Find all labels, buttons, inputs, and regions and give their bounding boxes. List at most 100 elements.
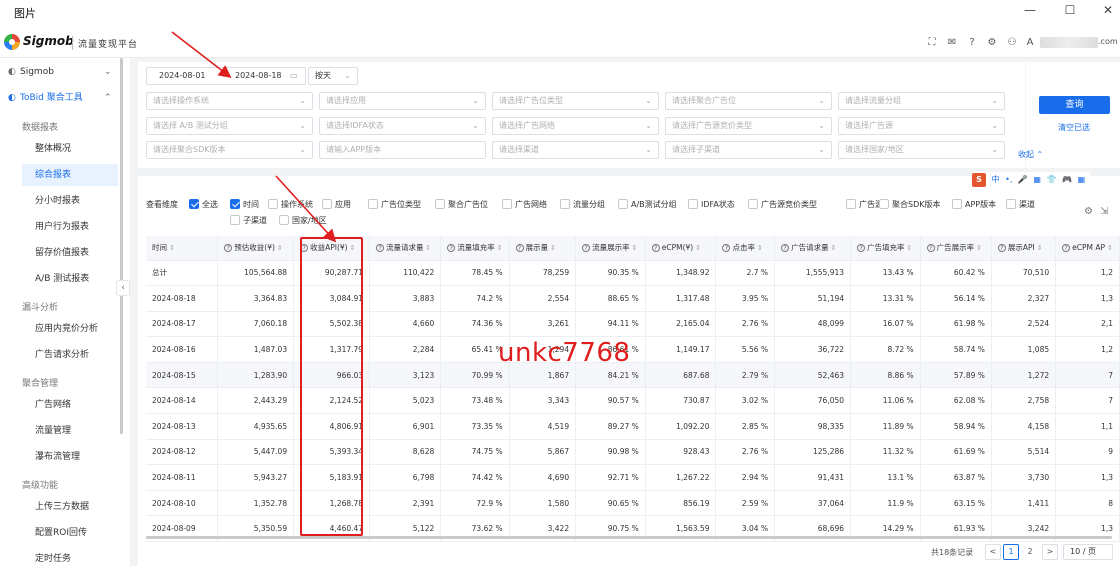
aggregated-ad-slot-select[interactable]: 请选择聚合广告位 ⌄ — [665, 92, 832, 110]
help-circle-icon[interactable]: ? — [1062, 244, 1071, 253]
table-header-cell[interactable]: ? 预估收益(¥) ⇕ — [217, 236, 295, 261]
granularity-select[interactable]: 按天 ⌄ — [308, 67, 358, 85]
settings-icon[interactable]: ⚙ — [1084, 206, 1093, 217]
clear-selection-link[interactable]: 清空已选 — [1058, 122, 1090, 133]
ime-menu-icon[interactable]: ▦ — [1078, 175, 1086, 184]
sort-icon[interactable]: ⇕ — [831, 244, 837, 252]
minimize-icon[interactable]: — — [1022, 2, 1038, 18]
ime-keyboard-icon[interactable]: ▦ — [1033, 175, 1041, 184]
sort-icon[interactable]: ⇕ — [550, 244, 556, 252]
dimension-checkbox[interactable]: 广告网络 — [502, 199, 547, 211]
table-header-cell[interactable]: ? 流量展示率 ⇕ — [575, 236, 646, 261]
sub-channel-select[interactable]: 请选择子渠道 ⌄ — [665, 141, 832, 159]
sidebar-item-roi-callback[interactable]: 配置ROI回传 — [0, 522, 118, 544]
mail-icon[interactable]: ✉ — [946, 37, 958, 49]
sidebar-item-ad-network[interactable]: 广告网络 — [0, 394, 118, 416]
dimension-checkbox[interactable]: 聚合SDK版本 — [879, 199, 940, 211]
table-horizontal-scrollbar[interactable] — [146, 536, 1112, 539]
idfa-status-select[interactable]: 请选择IDFA状态 ⌄ — [319, 117, 486, 135]
channel-select[interactable]: 请选择渠道 ⌄ — [492, 141, 659, 159]
dimension-checkbox[interactable]: IDFA状态 — [688, 199, 735, 211]
sdk-version-select[interactable]: 请选择聚合SDK版本 ⌄ — [146, 141, 313, 159]
sort-icon[interactable]: ⇕ — [426, 244, 432, 252]
user-icon[interactable]: ⚇ — [1006, 37, 1018, 49]
dimension-checkbox[interactable]: 流量分组 — [560, 199, 605, 211]
help-circle-icon[interactable]: ? — [376, 244, 385, 253]
table-header-cell[interactable]: 时间 ⇕ — [146, 236, 219, 261]
sort-icon[interactable]: ⇕ — [497, 244, 503, 252]
help-circle-icon[interactable]: ? — [515, 244, 524, 253]
sidebar-item-overview[interactable]: 整体概况 — [0, 138, 118, 160]
table-header-cell[interactable]: ? eCPM AP ⇕ — [1055, 236, 1120, 261]
help-circle-icon[interactable]: ? — [224, 244, 233, 253]
sidebar-item-in-app-bidding[interactable]: 应用内竞价分析 — [0, 318, 118, 340]
ime-game-icon[interactable]: 🎮 — [1062, 175, 1072, 184]
help-circle-icon[interactable]: ? — [997, 244, 1006, 253]
sort-icon[interactable]: ⇕ — [1037, 244, 1043, 252]
help-circle-icon[interactable]: ? — [651, 244, 660, 253]
date-range-picker[interactable]: 2024-08-01 → 2024-08-18 ▭ — [146, 67, 306, 85]
maximize-icon[interactable]: ☐ — [1062, 2, 1078, 18]
page-size-select[interactable]: 10 / 页 — [1063, 544, 1113, 560]
dimension-checkbox[interactable]: 子渠道 — [230, 215, 267, 227]
table-header-cell[interactable]: ? 展示API ⇕ — [991, 236, 1057, 261]
ad-slot-type-select[interactable]: 请选择广告位类型 ⌄ — [492, 92, 659, 110]
ime-voice-icon[interactable]: 🎤 — [1018, 175, 1028, 184]
sidebar-item-waterfall-management[interactable]: 瀑布流管理 — [0, 446, 118, 468]
ime-chinese-mode[interactable]: 中 — [992, 175, 1000, 184]
query-button[interactable]: 查询 — [1039, 96, 1110, 114]
ime-skin-icon[interactable]: 👕 — [1047, 175, 1057, 184]
ad-source-select[interactable]: 请选择广告源 ⌄ — [838, 117, 1005, 135]
sidebar-item-ab-test-report[interactable]: A/B 测试报表 — [0, 268, 118, 290]
help-circle-icon[interactable]: ? — [781, 244, 790, 253]
sort-icon[interactable]: ⇕ — [976, 244, 982, 252]
dimension-checkbox[interactable]: 广告源竞价类型 — [748, 199, 817, 211]
country-region-select[interactable]: 请选择国家/地区 ⌄ — [838, 141, 1005, 159]
os-select[interactable]: 请选择操作系统 ⌄ — [146, 92, 313, 110]
dimension-checkbox[interactable]: 应用 — [322, 199, 351, 211]
dimension-checkbox[interactable]: APP版本 — [952, 199, 996, 211]
dimension-checkbox[interactable]: A/B测试分组 — [618, 199, 677, 211]
table-header-cell[interactable]: ? 点击率 ⇕ — [715, 236, 776, 261]
pagination-next-button[interactable]: > — [1042, 544, 1058, 560]
pagination-page-2[interactable]: 2 — [1022, 544, 1038, 560]
export-icon[interactable]: ⇲ — [1100, 206, 1108, 217]
sidebar-item-hourly-report[interactable]: 分小时报表 — [0, 190, 118, 212]
dimension-checkbox[interactable]: 渠道 — [1006, 199, 1035, 211]
ab-test-group-select[interactable]: 请选择 A/B 测试分组 ⌄ — [146, 117, 313, 135]
fullscreen-icon[interactable]: ⛶ — [926, 37, 938, 49]
ad-network-select[interactable]: 请选择广告网络 ⌄ — [492, 117, 659, 135]
language-icon[interactable]: A — [1024, 37, 1036, 49]
help-circle-icon[interactable]: ? — [926, 244, 935, 253]
sidebar-item-traffic-management[interactable]: 流量管理 — [0, 420, 118, 442]
dimension-checkbox[interactable]: 时间 — [230, 199, 259, 211]
sort-icon[interactable]: ⇕ — [632, 244, 638, 252]
sort-icon[interactable]: ⇕ — [1107, 244, 1113, 252]
table-header-cell[interactable]: ? 广告请求量 ⇕ — [774, 236, 852, 261]
sort-icon[interactable]: ⇕ — [277, 244, 283, 252]
help-circle-icon[interactable]: ? — [447, 244, 456, 253]
sidebar-item-comprehensive-report[interactable]: 综合报表 — [22, 164, 118, 186]
sidebar-collapse-button[interactable]: ‹ — [116, 280, 130, 296]
ime-punctuation-icon[interactable]: •, — [1005, 175, 1012, 184]
sidebar-item-tobid[interactable]: ◐ ToBid 聚合工具 ⌃ — [0, 87, 120, 109]
dimension-checkbox[interactable]: 国家/地区 — [279, 215, 327, 227]
dimension-checkbox-select-all[interactable]: 全选 — [189, 199, 218, 211]
sidebar-scrollbar[interactable] — [120, 58, 123, 434]
pagination-prev-button[interactable]: < — [985, 544, 1001, 560]
app-version-input[interactable]: 请输入APP版本 — [319, 141, 486, 159]
help-circle-icon[interactable]: ? — [857, 244, 866, 253]
dimension-checkbox[interactable]: 广告位类型 — [368, 199, 421, 211]
traffic-group-select[interactable]: 请选择流量分组 ⌄ — [838, 92, 1005, 110]
table-header-cell[interactable]: ? 展示量 ⇕ — [509, 236, 577, 261]
pagination-page-1[interactable]: 1 — [1003, 544, 1019, 560]
sidebar-item-ad-request-analysis[interactable]: 广告请求分析 — [0, 344, 118, 366]
sidebar-item-scheduled-tasks[interactable]: 定时任务 — [0, 548, 118, 566]
collapse-filters-link[interactable]: 收起 ⌃ — [1018, 149, 1043, 160]
help-circle-icon[interactable]: ? — [582, 244, 591, 253]
table-header-cell[interactable]: ? 收益API(¥) ⇕ — [293, 236, 371, 261]
sort-icon[interactable]: ⇕ — [907, 244, 913, 252]
dimension-checkbox[interactable]: 聚合广告位 — [435, 199, 488, 211]
dimension-checkbox[interactable]: 广告源 — [846, 199, 883, 211]
sogou-ime-icon[interactable]: S — [972, 173, 986, 187]
